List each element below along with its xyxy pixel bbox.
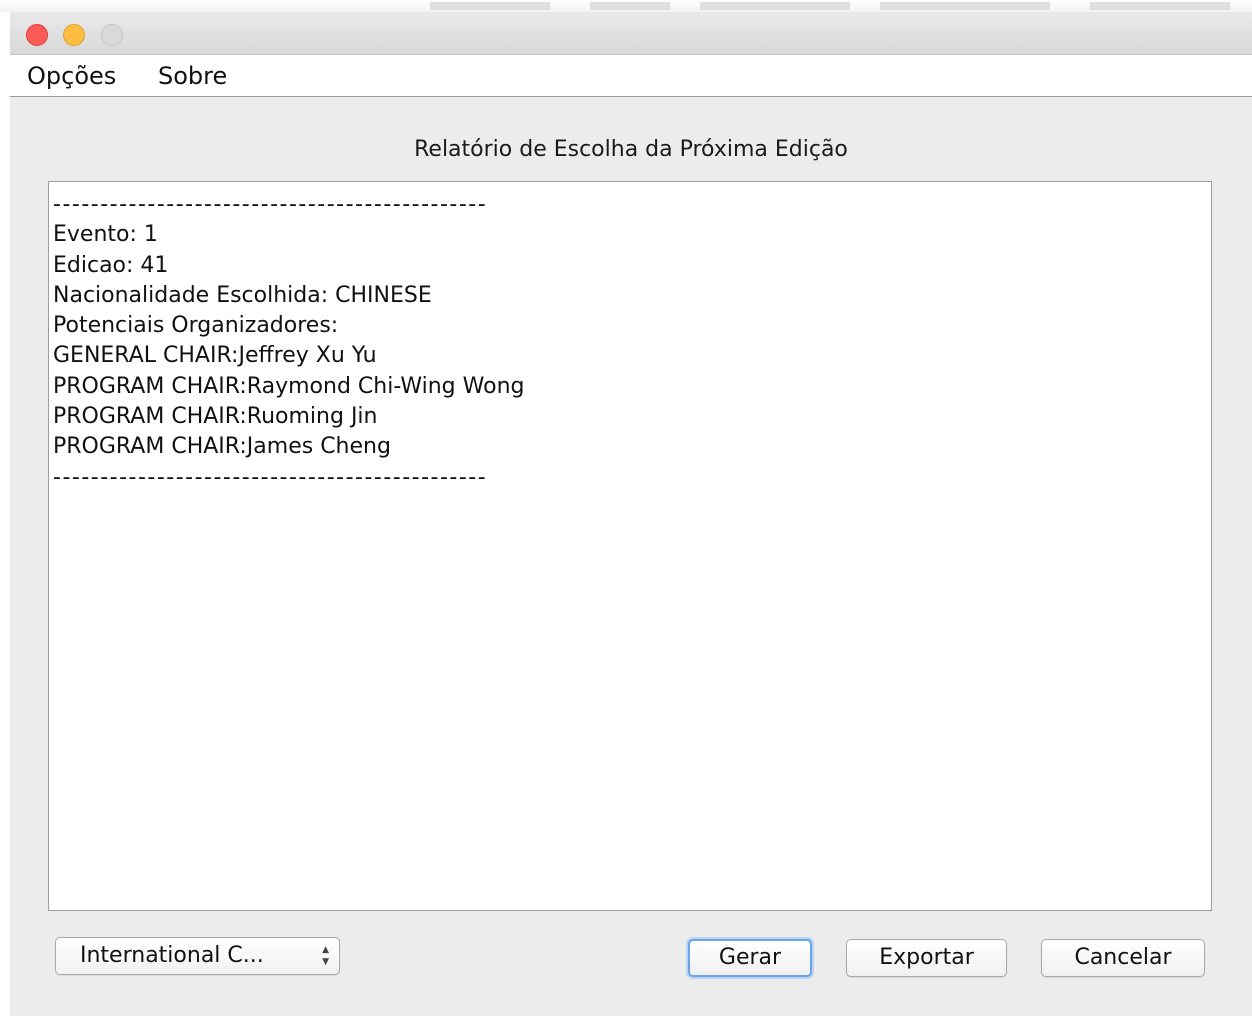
report-line-edicao: Edicao: 41 bbox=[53, 252, 169, 278]
separator-line: ----------------------------------------… bbox=[53, 192, 488, 217]
event-select-value: International C... bbox=[80, 943, 264, 968]
menu-opcoes[interactable]: Opções bbox=[27, 61, 116, 91]
separator-line: ----------------------------------------… bbox=[53, 464, 488, 490]
generate-button[interactable]: Gerar bbox=[688, 939, 812, 977]
cancel-button[interactable]: Cancelar bbox=[1041, 939, 1205, 977]
menu-sobre[interactable]: Sobre bbox=[158, 61, 227, 91]
report-line-program-chair: PROGRAM CHAIR:James Cheng bbox=[53, 434, 391, 460]
panel-title: Relatório de Escolha da Próxima Edição bbox=[414, 137, 848, 162]
event-select[interactable]: International C... ▲ ▼ bbox=[55, 937, 340, 975]
report-text-area[interactable]: ----------------------------------------… bbox=[48, 181, 1212, 911]
app-window: Opções Sobre Relatório de Escolha da Pró… bbox=[10, 12, 1252, 1016]
zoom-window-icon bbox=[101, 24, 123, 46]
minimize-window-icon[interactable] bbox=[63, 24, 85, 46]
export-button[interactable]: Exportar bbox=[846, 939, 1007, 977]
report-line-program-chair: PROGRAM CHAIR:Ruoming Jin bbox=[53, 404, 378, 430]
close-window-icon[interactable] bbox=[26, 24, 48, 46]
report-line-organizadores: Potenciais Organizadores: bbox=[53, 313, 339, 339]
report-line-evento: Evento: 1 bbox=[53, 222, 158, 248]
background-window-strip bbox=[0, 0, 1252, 12]
title-bar bbox=[10, 12, 1252, 55]
menu-bar: Opções Sobre bbox=[10, 55, 1252, 97]
select-arrows-icon: ▲ ▼ bbox=[322, 945, 329, 967]
report-line-general-chair: GENERAL CHAIR:Jeffrey Xu Yu bbox=[53, 343, 377, 369]
report-line-program-chair: PROGRAM CHAIR:Raymond Chi-Wing Wong bbox=[53, 373, 525, 399]
report-line-nacionalidade: Nacionalidade Escolhida: CHINESE bbox=[53, 282, 432, 308]
